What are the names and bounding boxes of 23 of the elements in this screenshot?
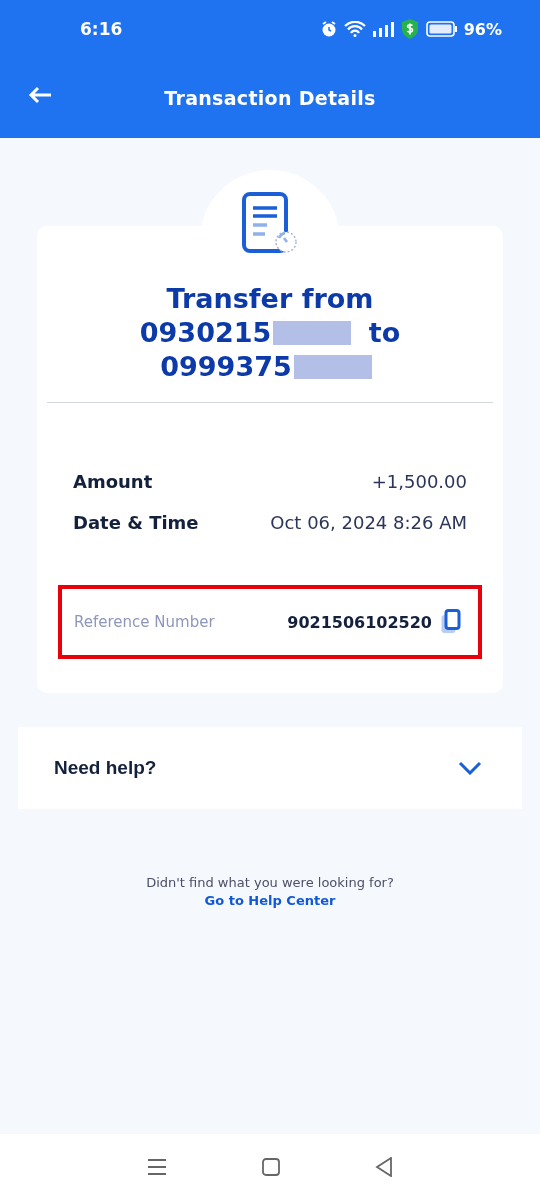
- help-prompt: Didn't find what you were looking for?: [146, 875, 394, 890]
- back-nav-icon[interactable]: [374, 1157, 393, 1177]
- detail-value: Oct 06, 2024 8:26 AM: [270, 512, 467, 533]
- wifi-icon: [343, 21, 366, 37]
- reference-value: 9021506102520: [287, 612, 432, 632]
- home-icon[interactable]: [262, 1158, 280, 1176]
- help-accordion[interactable]: Need help?: [18, 727, 522, 809]
- menu-icon[interactable]: [147, 1158, 168, 1176]
- detail-label: Date & Time: [73, 512, 199, 533]
- status-time: 6:16: [80, 19, 123, 39]
- chevron-icon: [458, 761, 482, 775]
- battery-icon: [425, 21, 458, 37]
- copy-icon[interactable]: [440, 609, 462, 635]
- help-center-link[interactable]: Go to Help Center: [204, 893, 336, 908]
- battery-percentage: 96%: [463, 19, 502, 39]
- reference-label: Reference Number: [74, 613, 216, 631]
- transfer-title: Transfer from 0930215 to 0999375: [138, 282, 402, 384]
- detail-label: Amount: [73, 471, 153, 492]
- receipt-clock-icon: [242, 192, 298, 254]
- header-title: Transaction Details: [164, 87, 376, 109]
- shield-icon: [399, 18, 420, 40]
- signal-icon: [371, 21, 394, 37]
- detail-value: +1,500.00: [371, 471, 467, 492]
